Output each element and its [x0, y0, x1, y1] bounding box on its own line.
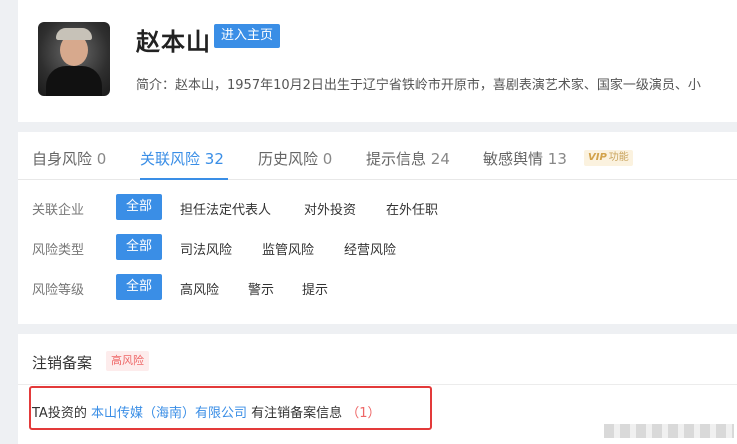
filter-option[interactable]: 经营风险: [344, 239, 396, 258]
filter-option-all[interactable]: 全部: [116, 194, 162, 220]
risk-level-badge: 高风险: [106, 351, 149, 371]
blurred-watermark: [604, 424, 734, 438]
risk-tabs: 自身风险 0 关联风险 32 历史风险 0 提示信息 24 敏感舆情 13 VI…: [18, 132, 737, 180]
tab-self-risk[interactable]: 自身风险 0: [32, 148, 106, 169]
filter-option-all[interactable]: 全部: [116, 234, 162, 260]
section-title: 注销备案: [32, 354, 93, 372]
filter-option[interactable]: 在外任职: [386, 199, 438, 218]
intro-text: 简介：赵本山，1957年10月2日出生于辽宁省铁岭市开原市，喜剧表演艺术家、国家…: [136, 78, 701, 93]
filter-label: 风险类型: [32, 243, 85, 258]
filter-label: 关联企业: [32, 203, 85, 218]
filter-option[interactable]: 监管风险: [262, 239, 314, 258]
record-count: （1）: [346, 406, 381, 421]
filter-label: 风险等级: [32, 283, 85, 298]
filter-row-related-company: 关联企业 全部 担任法定代表人 对外投资 在外任职: [18, 192, 737, 222]
filter-option[interactable]: 高风险: [180, 279, 219, 298]
filter-option[interactable]: 司法风险: [180, 239, 232, 258]
person-name: 赵本山: [136, 28, 211, 56]
record-prefix: TA投资的: [32, 406, 87, 421]
tab-history-risk[interactable]: 历史风险 0: [258, 148, 332, 169]
enter-homepage-button[interactable]: 进入主页: [214, 24, 280, 48]
filter-row-risk-level: 风险等级 全部 高风险 警示 提示: [18, 272, 737, 302]
risk-card: 自身风险 0 关联风险 32 历史风险 0 提示信息 24 敏感舆情 13 VI…: [18, 132, 737, 324]
filter-option[interactable]: 警示: [248, 279, 274, 298]
avatar[interactable]: [38, 22, 110, 96]
filter-row-risk-type: 风险类型 全部 司法风险 监管风险 经营风险: [18, 232, 737, 262]
company-link[interactable]: 本山传媒（海南）有限公司: [91, 406, 247, 421]
cancellation-record: TA投资的 本山传媒（海南）有限公司 有注销备案信息 （1）: [32, 402, 381, 421]
active-tab-indicator: [140, 178, 228, 180]
record-suffix: 有注销备案信息: [251, 406, 343, 421]
tab-sensitive-opinion[interactable]: 敏感舆情 13: [483, 148, 567, 169]
profile-card: 赵本山 进入主页 简介：赵本山，1957年10月2日出生于辽宁省铁岭市开原市，喜…: [18, 0, 737, 122]
filter-option[interactable]: 担任法定代表人: [180, 199, 271, 218]
filter-option-all[interactable]: 全部: [116, 274, 162, 300]
filter-option[interactable]: 提示: [302, 279, 328, 298]
divider: [18, 384, 737, 385]
tab-hint-info[interactable]: 提示信息 24: [366, 148, 450, 169]
vip-feature-badge: VIP 功能: [584, 150, 633, 166]
filter-option[interactable]: 对外投资: [304, 199, 356, 218]
tab-related-risk[interactable]: 关联风险 32: [140, 148, 224, 169]
